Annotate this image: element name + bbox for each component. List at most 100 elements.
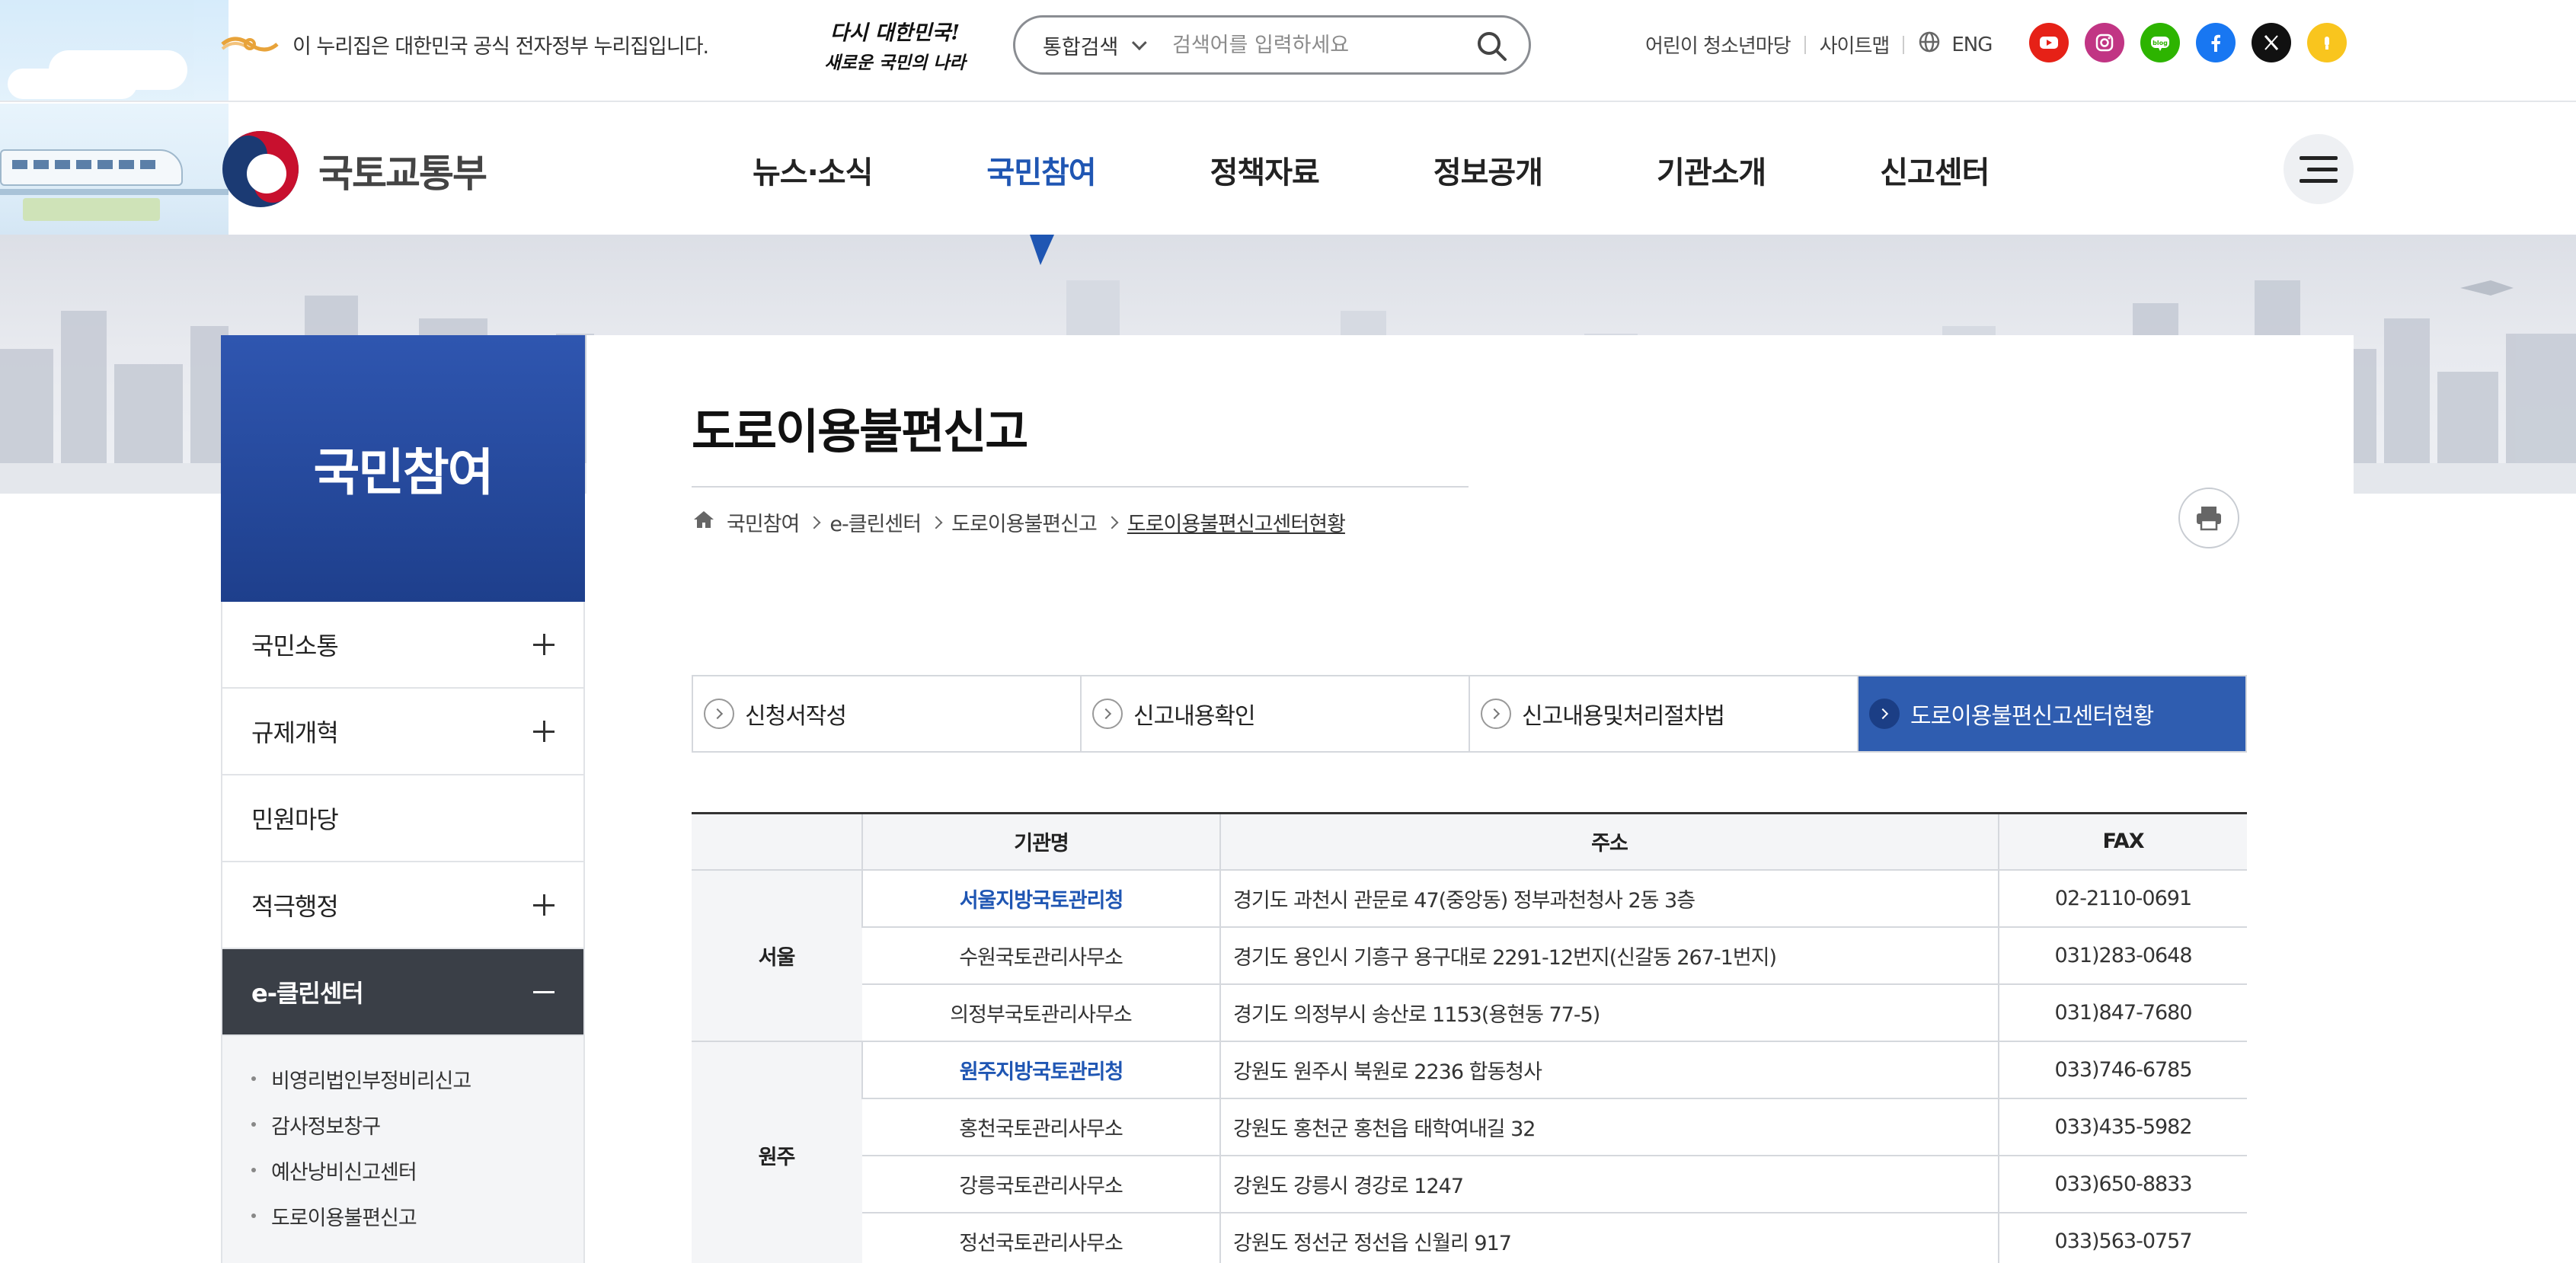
submenu-item-budget-waste[interactable]: 예산낭비신고센터 (251, 1147, 555, 1193)
sidebar-submenu: 비영리법인부정비리신고 감사정보창구 예산낭비신고센터 도로이용불편신고 (222, 1036, 583, 1263)
table-row: 강릉국토관리사무소 강원도 강릉시 경강로 1247 033)650-8833 (692, 1155, 2247, 1213)
fax-cell: 031)283-0648 (1998, 926, 2247, 985)
x-icon[interactable] (2252, 23, 2291, 62)
print-button[interactable] (2178, 488, 2239, 548)
fax-cell: 033)563-0757 (1998, 1212, 2247, 1263)
gnb-policy[interactable]: 정책자료 (1210, 148, 1320, 192)
train-decoration (0, 104, 229, 235)
org-link[interactable]: 원주지방국토관리청 (861, 1041, 1220, 1099)
divider (1903, 35, 1905, 54)
tab-label: 신고내용및처리절차법 (1522, 703, 1725, 730)
slogan-line-2: 새로운 국민의 나라 (824, 53, 967, 73)
submenu-item-road-report[interactable]: 도로이용불편신고 (251, 1193, 555, 1239)
center-table: 기관명 주소 FAX 서울 서울지방국토관리청 경기도 과천시 관문로 47(중… (692, 812, 2247, 1263)
table-row: 원주 원주지방국토관리청 강원도 원주시 북원로 2236 합동청사 033)7… (692, 1041, 2247, 1263)
gnb-info-disclosure[interactable]: 정보공개 (1433, 148, 1543, 192)
brand-logo[interactable]: 국토교통부 (219, 128, 487, 213)
chevron-right-icon (704, 699, 734, 729)
sidebar-item-label: 적극행정 (251, 892, 339, 921)
org-cell: 강릉국토관리사무소 (862, 1155, 1220, 1213)
main-content: 도로이용불편신고 국민참여 e-클린센터 도로이용불편신고 도로이용불편신고센터… (586, 335, 2354, 1263)
address-cell: 강원도 원주시 북원로 2236 합동청사 (1219, 1041, 1999, 1099)
tab-label: 신고내용확인 (1133, 703, 1256, 730)
sidebar-item-e-clean-center[interactable]: e-클린센터 (222, 949, 583, 1036)
gnb-news[interactable]: 뉴스·소식 (753, 148, 873, 192)
chevron-right-icon (1869, 699, 1900, 729)
bullet-icon (251, 1168, 256, 1172)
language-switch[interactable]: ENG (1918, 30, 1993, 59)
home-icon[interactable] (692, 508, 716, 536)
sidebar-item-proactive-admin[interactable]: 적극행정 (222, 862, 583, 949)
org-cell: 정선국토관리사무소 (862, 1212, 1220, 1263)
page-title: 도로이용불편신고 (692, 404, 1028, 459)
sidebar-nav: 국민소통 규제개혁 민원마당 적극행정 e-클린센터 비영리법인부정비리신고 감… (221, 602, 585, 1263)
submenu-item-audit-info[interactable]: 감사정보창구 (251, 1102, 555, 1147)
tab-application-form[interactable]: 신청서작성 (693, 676, 1082, 751)
tab-report-check[interactable]: 신고내용확인 (1082, 676, 1470, 751)
sitemap-link[interactable]: 사이트맵 (1820, 30, 1890, 59)
table-header-fax: FAX (1998, 813, 2247, 871)
chevron-right-icon (1105, 516, 1119, 529)
search-scope-label: 통합검색 (1043, 35, 1119, 59)
chevron-right-icon (1092, 699, 1123, 729)
sidebar-title: 국민참여 (313, 443, 494, 502)
table-row: 수원국토관리사무소 경기도 용인시 기흥구 용구대로 2291-12번지(신갈동… (692, 926, 2247, 985)
breadcrumb-item[interactable]: e-클린센터 (829, 507, 922, 537)
search-icon[interactable] (1475, 30, 1507, 62)
fax-cell: 031)847-7680 (1998, 983, 2247, 1042)
main-header: 국토교통부 뉴스·소식 국민참여 정책자료 정보공개 기관소개 신고센터 (0, 104, 2576, 235)
submenu-label: 감사정보창구 (271, 1114, 381, 1139)
gov-symbol-icon (219, 29, 280, 59)
plus-icon (533, 634, 555, 655)
chevron-right-icon (807, 516, 821, 529)
gov-notice: 이 누리집은 대한민국 공식 전자정부 누리집입니다. (219, 29, 709, 59)
slogan-logo: 다시 대한민국! 새로운 국민의 나라 (823, 12, 967, 78)
gnb-about[interactable]: 기관소개 (1657, 148, 1766, 192)
org-cell: 수원국토관리사무소 (862, 926, 1220, 985)
bullet-icon (251, 1076, 256, 1081)
org-link[interactable]: 서울지방국토관리청 (861, 869, 1220, 928)
taegeuk-emblem-icon (219, 128, 302, 213)
sidebar-item-label: 규제개혁 (251, 718, 339, 747)
kids-link[interactable]: 어린이 청소년마당 (1645, 30, 1791, 59)
facebook-icon[interactable] (2196, 23, 2236, 62)
submenu-label: 예산낭비신고센터 (271, 1160, 417, 1185)
utility-bar: 이 누리집은 대한민국 공식 전자정부 누리집입니다. 다시 대한민국! 새로운… (0, 0, 2576, 102)
fax-cell: 033)746-6785 (1998, 1041, 2247, 1099)
sidebar-item-regulation-reform[interactable]: 규제개혁 (222, 689, 583, 775)
gnb-participation[interactable]: 국민참여 (986, 148, 1096, 192)
brand-name: 국토교통부 (318, 152, 487, 196)
search-input[interactable] (1172, 33, 1462, 57)
table-row: 정선국토관리사무소 강원도 정선군 정선읍 신월리 917 033)563-07… (692, 1212, 2247, 1263)
tab-center-status[interactable]: 도로이용불편신고센터현황 (1858, 676, 2245, 751)
gnb-report-center[interactable]: 신고센터 (1880, 148, 1990, 192)
table-header-row: 기관명 주소 FAX (692, 813, 2247, 871)
address-cell: 경기도 용인시 기흥구 용구대로 2291-12번지(신갈동 267-1번지) (1219, 926, 1999, 985)
region-cell: 서울 (692, 869, 862, 1042)
address-cell: 강원도 홍천군 홍천읍 태학여내길 32 (1219, 1098, 1999, 1156)
instagram-icon[interactable] (2085, 23, 2124, 62)
region-cell: 원주 (692, 1041, 862, 1263)
address-cell: 경기도 의정부시 송산로 1153(용현동 77-5) (1219, 983, 1999, 1042)
bullet-icon (251, 1213, 256, 1218)
menu-icon[interactable] (2284, 134, 2354, 204)
plus-icon (533, 721, 555, 742)
breadcrumb-current[interactable]: 도로이용불편신고센터현황 (1127, 507, 1346, 537)
bullet-icon (251, 1122, 256, 1127)
search-scope-select[interactable]: 통합검색 (1043, 30, 1165, 60)
kakao-icon[interactable] (2307, 23, 2347, 62)
submenu-label: 도로이용불편신고 (271, 1206, 417, 1230)
tab-label: 도로이용불편신고센터현황 (1910, 703, 2154, 730)
tab-process-procedure[interactable]: 신고내용및처리절차법 (1470, 676, 1858, 751)
blog-icon[interactable]: blog (2140, 23, 2180, 62)
sidebar-item-label: 국민소통 (251, 632, 339, 660)
submenu-item-nonprofit-report[interactable]: 비영리법인부정비리신고 (251, 1056, 555, 1102)
content-tabs: 신청서작성 신고내용확인 신고내용및처리절차법 도로이용불편신고센터현황 (692, 675, 2247, 753)
sidebar-item-communication[interactable]: 국민소통 (222, 602, 583, 689)
breadcrumb-item[interactable]: 국민참여 (727, 507, 800, 537)
breadcrumb: 국민참여 e-클린센터 도로이용불편신고 도로이용불편신고센터현황 (692, 507, 1346, 537)
breadcrumb-item[interactable]: 도로이용불편신고 (951, 507, 1098, 537)
submenu-label: 비영리법인부정비리신고 (271, 1069, 471, 1093)
sidebar-item-civil-petition[interactable]: 민원마당 (222, 775, 583, 862)
youtube-icon[interactable] (2029, 23, 2069, 62)
